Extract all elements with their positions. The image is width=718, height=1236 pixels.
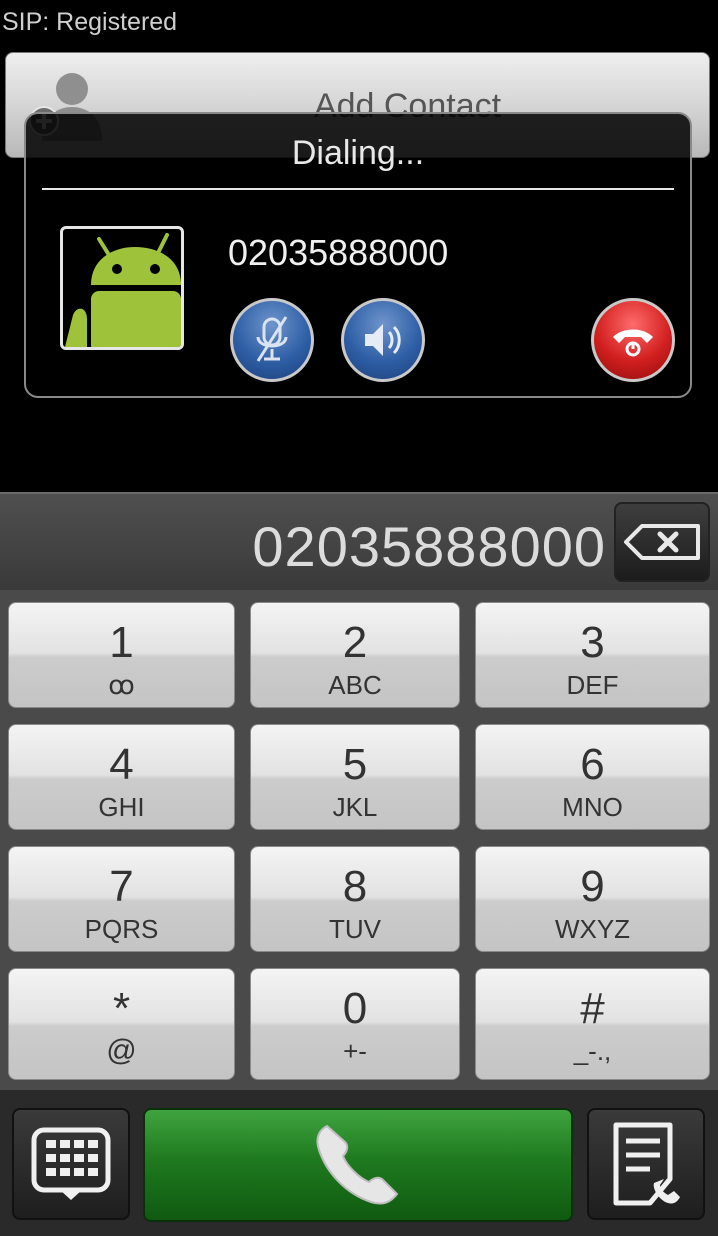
number-input[interactable]: 02035888000 [252, 514, 606, 579]
key-letters: ABC [328, 670, 382, 700]
key-digit: 1 [109, 618, 134, 667]
key-letters: +- [343, 1036, 367, 1066]
dialing-number: 02035888000 [228, 232, 449, 273]
key-digit: 3 [580, 618, 605, 667]
dialog-divider [42, 188, 674, 190]
backspace-icon [624, 524, 700, 560]
key-letters: TUV [329, 914, 381, 944]
key-letters: WXYZ [554, 914, 631, 944]
key-6[interactable]: 6 MNO [475, 724, 710, 830]
key-digit: # [580, 984, 605, 1033]
key-letters: _-., [573, 1036, 612, 1066]
dialpad-icon [31, 1127, 111, 1200]
key-digit: 2 [342, 618, 368, 667]
key-1[interactable]: 1 ꝏ [8, 602, 235, 708]
key-letters: MNO [562, 792, 623, 822]
speaker-button[interactable] [341, 298, 425, 382]
key-digit: 8 [342, 862, 368, 911]
key-digit: 7 [109, 862, 134, 911]
key-digit: 5 [342, 740, 368, 789]
number-entry-bar: 02035888000 [0, 492, 718, 590]
key-digit: 4 [109, 740, 134, 789]
android-robot-icon [65, 233, 181, 347]
contact-avatar [60, 226, 184, 350]
phone-handset-icon [316, 1124, 399, 1205]
key-letters: PQRS [84, 914, 159, 944]
key-3[interactable]: 3 DEF [475, 602, 710, 708]
key-letters: JKL [332, 792, 378, 822]
keypad-toggle-button[interactable] [12, 1108, 130, 1220]
key-digit: 6 [580, 740, 605, 789]
key-9[interactable]: 9 WXYZ [475, 846, 710, 952]
key-digit: 9 [580, 862, 605, 911]
key-hash[interactable]: # _-., [475, 968, 710, 1080]
dialog-title: Dialing... [291, 134, 425, 172]
backspace-button[interactable] [614, 502, 710, 582]
key-letters: GHI [98, 792, 145, 822]
key-4[interactable]: 4 GHI [8, 724, 235, 830]
key-digit: 0 [342, 984, 368, 1033]
key-0[interactable]: 0 +- [250, 968, 460, 1080]
call-button[interactable] [143, 1108, 573, 1222]
speaker-icon [365, 324, 401, 356]
bottom-action-bar [0, 1090, 718, 1236]
mute-button[interactable] [230, 298, 314, 382]
hangup-button[interactable] [591, 298, 675, 382]
key-7[interactable]: 7 PQRS [8, 846, 235, 952]
key-letters: DEF [566, 670, 619, 700]
key-letters: @ [106, 1034, 137, 1067]
mute-mic-icon [256, 316, 288, 362]
call-log-icon [613, 1122, 680, 1206]
key-5[interactable]: 5 JKL [250, 724, 460, 830]
key-2[interactable]: 2 ABC [250, 602, 460, 708]
key-star[interactable]: * @ [8, 968, 235, 1080]
dialing-dialog: Dialing... 02035888000 [24, 112, 692, 398]
key-digit: * [112, 984, 131, 1033]
call-log-button[interactable] [587, 1108, 705, 1220]
hangup-icon [613, 329, 653, 357]
dial-keypad: 1 ꝏ 2 ABC 3 DEF 4 GHI 5 JKL 6 MNO 7 PQRS… [0, 590, 718, 1090]
key-8[interactable]: 8 TUV [250, 846, 460, 952]
sip-status: SIP: Registered [2, 8, 178, 36]
dialer-screen: SIP: Registered Add Contact Dialing... 0… [0, 0, 718, 1236]
key-letters: ꝏ [108, 670, 135, 700]
